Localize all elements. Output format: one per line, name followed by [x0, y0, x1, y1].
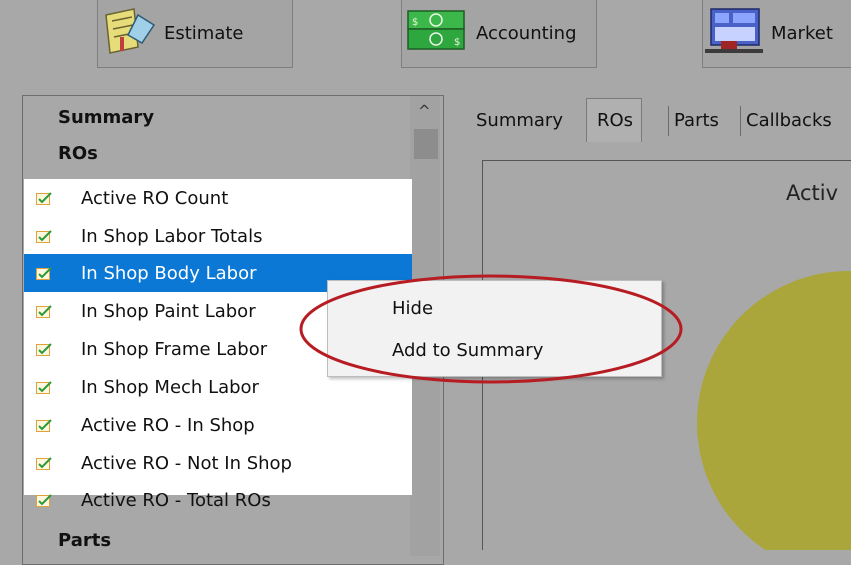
money-icon: $ $	[402, 7, 470, 60]
marketing-label: Market	[771, 23, 833, 44]
tab-label: Parts	[674, 109, 719, 131]
checked-checkbox-icon[interactable]	[36, 303, 54, 318]
list-item-label: In Shop Frame Labor	[81, 339, 268, 360]
accounting-button[interactable]: $ $ Accounting	[401, 0, 597, 68]
top-toolbar: Estimate $ $ Accounting Market	[0, 0, 851, 85]
scroll-thumb[interactable]	[414, 129, 438, 159]
checked-checkbox-icon[interactable]	[36, 455, 54, 470]
checked-checkbox-icon[interactable]	[36, 492, 54, 507]
checked-checkbox-icon[interactable]	[36, 417, 54, 432]
list-item[interactable]: Active RO - In Shop	[24, 406, 412, 444]
estimate-button[interactable]: Estimate	[97, 0, 293, 68]
list-item-label: Active RO Count	[81, 188, 229, 209]
list-item[interactable]: Active RO Count	[24, 179, 412, 217]
list-item-label: In Shop Paint Labor	[81, 301, 256, 322]
tab-label: Summary	[476, 109, 563, 131]
group-parts[interactable]: Parts	[58, 530, 111, 551]
chevron-up-icon[interactable]: ^	[418, 102, 431, 120]
marketing-icon	[703, 7, 765, 60]
tab-bar: Summary ROs Parts Callbacks	[466, 98, 851, 142]
list-item[interactable]: Active RO - Total ROs	[24, 481, 412, 511]
group-summary[interactable]: Summary	[58, 107, 154, 128]
tab-summary[interactable]: Summary	[466, 98, 584, 142]
list-item-label: In Shop Body Labor	[81, 263, 257, 284]
menu-item-hide[interactable]: Hide	[328, 288, 661, 328]
marketing-button[interactable]: Market	[702, 0, 851, 68]
estimate-icon	[98, 7, 158, 60]
list-item-label: In Shop Labor Totals	[81, 226, 263, 247]
list-item-label: Active RO - In Shop	[81, 415, 255, 436]
menu-item-label: Hide	[392, 297, 434, 319]
list-item-label: Active RO - Total ROs	[81, 490, 271, 511]
checked-checkbox-icon[interactable]	[36, 341, 54, 356]
list-item-label: Active RO - Not In Shop	[81, 453, 292, 474]
pie-slice[interactable]	[697, 271, 851, 550]
menu-item-add-to-summary[interactable]: Add to Summary	[328, 330, 661, 370]
accounting-label: Accounting	[476, 23, 577, 44]
svg-text:$: $	[454, 37, 460, 48]
tab-label: ROs	[597, 110, 634, 131]
group-ros[interactable]: ROs	[58, 143, 98, 164]
tab-ros[interactable]: ROs	[586, 98, 642, 142]
context-menu: Hide Add to Summary	[327, 280, 662, 377]
list-item[interactable]: In Shop Labor Totals	[24, 217, 412, 255]
checked-checkbox-icon[interactable]	[36, 190, 54, 205]
list-item-label: In Shop Mech Labor	[81, 377, 259, 398]
checked-checkbox-icon[interactable]	[36, 265, 54, 280]
estimate-label: Estimate	[164, 23, 244, 44]
tab-callbacks[interactable]: Callbacks	[736, 98, 851, 142]
list-item[interactable]: Active RO - Not In Shop	[24, 444, 412, 482]
tab-parts[interactable]: Parts	[664, 98, 736, 142]
checked-checkbox-icon[interactable]	[36, 379, 54, 394]
tab-label: Callbacks	[746, 109, 832, 131]
svg-text:$: $	[412, 17, 418, 28]
menu-item-label: Add to Summary	[392, 339, 544, 361]
checked-checkbox-icon[interactable]	[36, 228, 54, 243]
